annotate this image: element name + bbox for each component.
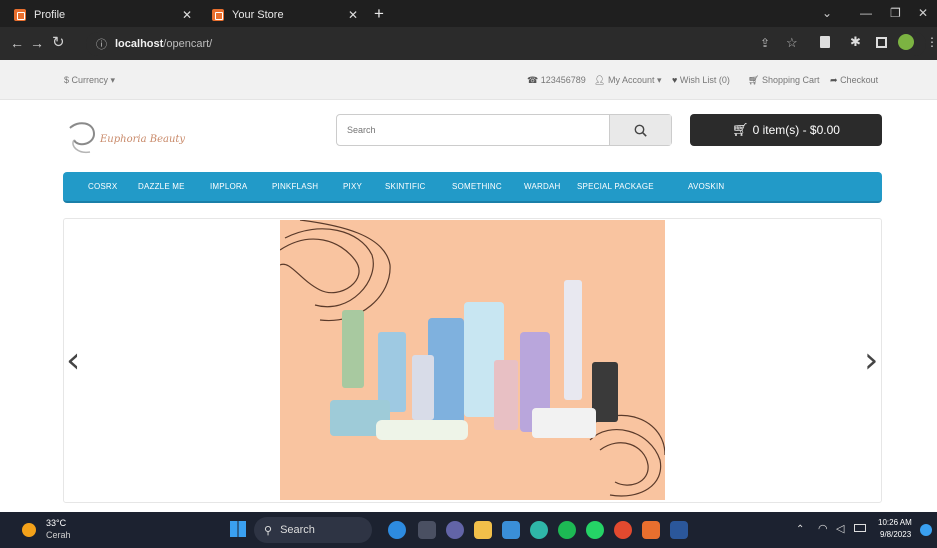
spotify-icon[interactable] [558,521,576,539]
minimize-icon[interactable]: — [860,6,872,20]
browser-tab-bar: Profile ✕ Your Store ✕ + ⌄ — ❐ ✕ [0,0,937,27]
menu-item-wardah[interactable]: WARDAH [524,182,560,191]
weather-temp[interactable]: 33°C [46,518,66,528]
profile-avatar[interactable] [898,34,914,50]
weather-sun-icon[interactable] [22,523,36,537]
weather-desc: Cerah [46,530,71,540]
edge-icon[interactable] [530,521,548,539]
forward-icon[interactable]: → [30,35,44,51]
word-icon[interactable] [670,521,688,539]
menu-item-implora[interactable]: IMPLORA [210,182,247,191]
menu-item-pixy[interactable]: PIXY [343,182,362,191]
search-input[interactable] [337,115,609,145]
wishlist-link[interactable]: ♥ Wish List (0) [672,75,730,85]
back-icon[interactable]: ← [10,35,24,51]
tab-your-store[interactable]: Your Store ✕ [204,3,368,27]
chevron-up-icon[interactable]: ⌃ [796,524,804,535]
search-button[interactable] [609,115,671,145]
cart-icon: 🛒︎ [748,75,760,85]
currency-dropdown[interactable]: $ Currency ▾ [64,75,115,86]
widgets-icon[interactable] [388,521,406,539]
clock-time[interactable]: 10:26 AM [878,518,912,527]
phone-link[interactable]: ☎ 123456789 [527,75,586,86]
menu-item-special-package[interactable]: SPECIAL PACKAGE [577,182,654,191]
menu-item-dazzle-me[interactable]: DAZZLE ME [138,182,185,191]
kebab-menu-icon[interactable]: ⋮ [926,35,937,49]
teams-icon[interactable] [446,521,464,539]
menu-item-cosrx[interactable]: COSRX [88,182,117,191]
slideshow-next-arrow[interactable]: › [864,340,878,381]
clock-date[interactable]: 9/8/2023 [880,530,911,539]
search-box [336,114,672,146]
close-tab-icon[interactable]: ✕ [348,8,358,22]
info-icon: ⓘ [96,39,107,51]
close-tab-icon[interactable]: ✕ [182,8,192,22]
logo-text: Euphoria Beauty [100,134,186,145]
share-icon[interactable]: ⇪ [760,36,770,50]
shopping-cart-link[interactable]: 🛒︎ Shopping Cart [748,75,820,86]
search-icon [634,124,647,137]
puzzle-icon[interactable]: ✱ [850,34,861,50]
cart-summary: 0 item(s) - $0.00 [752,123,840,137]
cart-icon: 🛒︎ [732,122,749,137]
whatsapp-icon[interactable] [586,521,604,539]
opencart-favicon-icon [14,9,26,21]
wifi-icon[interactable]: ◠ [818,522,828,535]
my-account-dropdown[interactable]: 👤︎ My Account ▾ [594,75,662,86]
notification-icon[interactable] [920,524,932,536]
url-host: localhost [115,38,164,50]
volume-icon[interactable]: ◁ [836,522,844,535]
xampp-icon[interactable] [642,521,660,539]
menu-item-avoskin[interactable]: AVOSKIN [688,182,724,191]
task-view-icon[interactable] [418,521,436,539]
share-arrow-icon: ➦ [830,75,838,85]
opencart-favicon-icon [212,9,224,21]
url-path: /opencart/ [163,38,213,50]
tab-label: Profile [34,9,66,21]
search-icon: ⚲ [264,524,273,537]
menu-item-skintific[interactable]: SKINTIFIC [385,182,425,191]
menu-item-somethinc[interactable]: SOMETHINC [452,182,502,191]
cart-button[interactable]: 🛒︎ 0 item(s) - $0.00 [690,114,882,146]
menu-item-pinkflash[interactable]: PINKFLASH [272,182,318,191]
address-bar[interactable]: ⓘ localhost/opencart/ [86,32,926,56]
user-icon: 👤︎ [594,75,606,85]
store-logo[interactable]: Euphoria Beauty [64,118,214,160]
battery-icon[interactable] [854,524,866,532]
windows-start-icon[interactable] [230,521,246,537]
checkout-link[interactable]: ➦ Checkout [830,75,878,86]
tab-label: Your Store [232,9,284,21]
slideshow-banner-image[interactable] [280,220,665,500]
product-banner-graphic [280,220,665,497]
chrome-icon[interactable] [614,521,632,539]
close-icon[interactable]: ✕ [918,6,928,20]
bookmark-star-icon[interactable]: ☆ [786,35,798,51]
sidepanel-icon[interactable] [876,37,887,48]
file-explorer-icon[interactable] [474,521,492,539]
new-tab-button[interactable]: + [374,4,384,24]
slideshow-prev-arrow[interactable]: ‹ [66,340,80,381]
category-menu: COSRX DAZZLE ME IMPLORA PINKFLASH PIXY S… [63,172,882,203]
tab-profile[interactable]: Profile ✕ [6,3,202,27]
phone-icon: ☎ [527,75,539,85]
heart-icon: ♥ [672,75,678,85]
extension-icon[interactable] [820,36,830,48]
taskbar-search-label: Search [280,524,315,536]
reload-icon[interactable]: ↻ [52,33,65,51]
store-top-bar: $ Currency ▾ ☎ 123456789 👤︎ My Account ▾… [0,60,937,100]
restore-icon[interactable]: ❐ [890,6,901,20]
taskbar-search[interactable]: ⚲ Search [254,517,372,543]
store-icon[interactable] [502,521,520,539]
chevron-down-icon[interactable]: ⌄ [822,6,832,20]
